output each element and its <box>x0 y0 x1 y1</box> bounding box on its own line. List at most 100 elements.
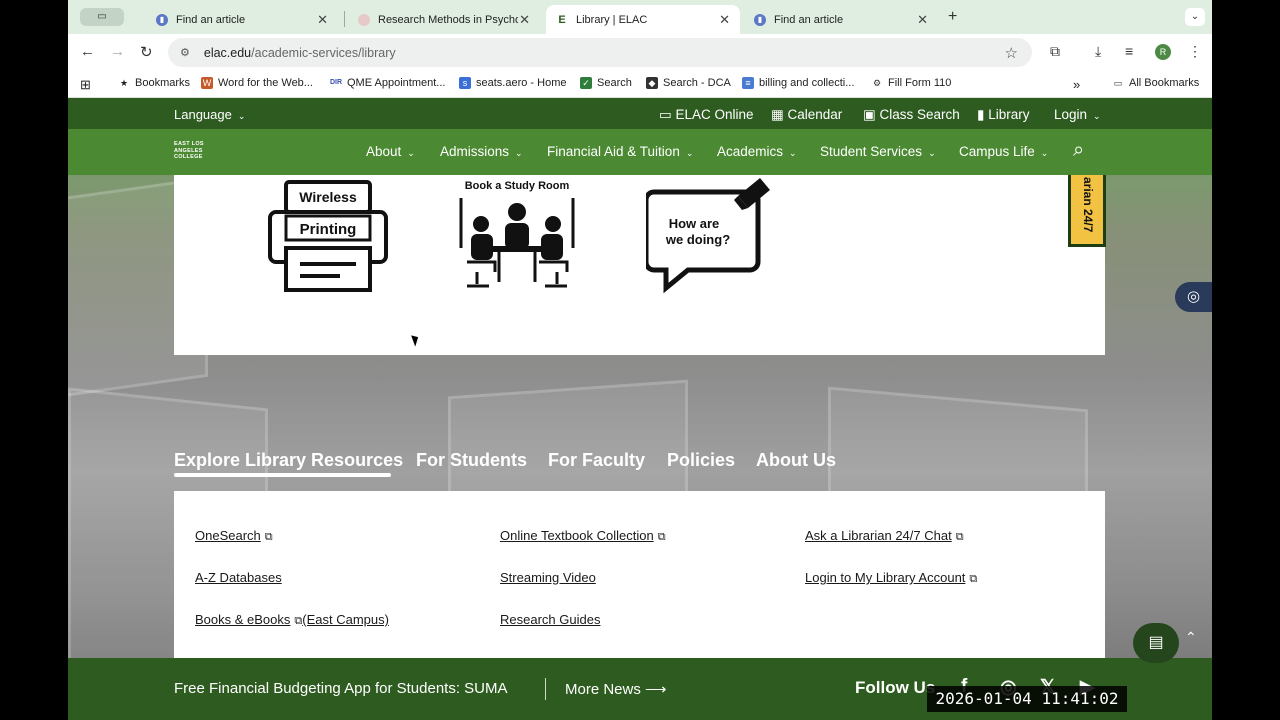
bookmark-search[interactable]: ✓ Search <box>580 77 632 89</box>
chevron-down-icon: ⌄ <box>515 148 523 158</box>
util-library[interactable]: ▮ Library <box>977 107 1029 123</box>
link-library-account-login[interactable]: Login to My Library Account ⧉ <box>805 570 977 586</box>
ask-librarian-side-tab[interactable]: arian 24/7 <box>1068 175 1106 247</box>
tab-research-methods[interactable]: Research Methods in Psychology ✕ <box>348 5 540 34</box>
bookmark-fill-form[interactable]: ⚙ Fill Form 110 <box>871 77 951 89</box>
bookmark-word[interactable]: W Word for the Web... <box>201 77 313 89</box>
tab-search-chevron-icon[interactable]: ⌄ <box>1185 8 1205 26</box>
link-online-textbook-collection[interactable]: Online Textbook Collection ⧉ <box>500 528 666 544</box>
book-icon <box>358 13 370 26</box>
chevron-down-icon: ⌄ <box>928 148 936 158</box>
all-bookmarks[interactable]: ▭ All Bookmarks <box>1112 77 1200 89</box>
tab-library-elac[interactable]: E Library | ELAC ✕ <box>546 5 740 34</box>
kebab-menu-icon[interactable]: ⋮ <box>1188 43 1202 60</box>
util-class-search[interactable]: ▣ Class Search <box>863 107 960 123</box>
document-icon: ▮ <box>754 13 766 26</box>
tab-policies[interactable]: Policies <box>667 450 735 471</box>
util-elac-online[interactable]: ▭ ELAC Online <box>659 107 754 123</box>
bookmark-seats-aero[interactable]: s seats.aero - Home <box>459 77 566 89</box>
browser-toolbar: ← → ↻ ⚙ elac.edu/academic-services/libra… <box>68 34 1212 70</box>
folder-icon: ▭ <box>1113 78 1123 88</box>
language-selector[interactable]: Language ⌄ <box>174 107 245 122</box>
feedback-tile[interactable]: How are we doing? <box>643 178 770 299</box>
nav-admissions[interactable]: Admissions ⌄ <box>440 144 523 159</box>
bookmark-qme[interactable]: DIR QME Appointment... <box>330 77 445 89</box>
bookmark-bookmarks[interactable]: ★ Bookmarks <box>118 77 190 89</box>
close-icon[interactable]: ✕ <box>519 12 530 28</box>
nav-financial-aid[interactable]: Financial Aid & Tuition ⌄ <box>547 144 693 159</box>
svg-text:Book a Study Room: Book a Study Room <box>465 180 570 192</box>
close-icon[interactable]: ✕ <box>317 12 328 28</box>
apps-grid-icon[interactable]: ⊞ <box>80 77 91 93</box>
link-streaming-video[interactable]: Streaming Video <box>500 570 596 585</box>
book-icon: ▮ <box>977 107 989 122</box>
tab-explore-library-resources[interactable]: Explore Library Resources <box>174 450 403 471</box>
follow-us-label: Follow Us <box>855 678 936 697</box>
bookmark-star-icon[interactable]: ☆ <box>1005 44 1018 62</box>
new-tab-button[interactable]: + <box>948 8 957 26</box>
seats-icon: s <box>459 77 471 89</box>
monitor-icon: ▭ <box>659 107 676 122</box>
book-study-room-tile[interactable]: Book a Study Room <box>457 178 577 299</box>
tab-for-faculty[interactable]: For Faculty <box>548 450 645 471</box>
chat-bubble-icon[interactable]: ▤ <box>1133 623 1179 663</box>
nav-campus-life[interactable]: Campus Life ⌄ <box>959 144 1048 159</box>
tab-strip: ▭ ▮ Find an article ✕ Research Methods i… <box>68 0 1212 34</box>
link-books-ebooks[interactable]: Books & eBooks ⧉(East Campus) <box>195 612 389 628</box>
svg-text:How are: How are <box>669 216 720 231</box>
wireless-printing-tile[interactable]: Wireless Printing <box>266 178 390 299</box>
chevron-down-icon: ⌄ <box>407 148 415 158</box>
arrow-right-icon: ⟶ <box>645 681 667 698</box>
tab-for-students[interactable]: For Students <box>416 450 527 471</box>
speech-bubble-icon: How are we doing? <box>643 178 770 294</box>
util-login[interactable]: Login ⌄ <box>1054 107 1101 122</box>
link-research-guides[interactable]: Research Guides <box>500 612 600 627</box>
chevron-up-icon[interactable]: ⌃ <box>1185 629 1197 646</box>
close-icon[interactable]: ✕ <box>917 12 928 28</box>
check-icon: ✓ <box>580 77 592 89</box>
gear-icon: ⚙ <box>872 78 882 88</box>
elac-logo[interactable]: EAST LOS ANGELES COLLEGE <box>174 141 210 161</box>
extensions-icon[interactable]: ⧉ <box>1050 43 1060 60</box>
page-viewport: Language ⌄ ▭ ELAC Online ▦ Calendar ▣ Cla… <box>68 98 1212 720</box>
forward-arrow-icon[interactable]: → <box>110 43 125 60</box>
tab-group-icon[interactable]: ▭ <box>80 8 124 26</box>
reload-icon[interactable]: ↻ <box>140 43 153 61</box>
document-icon: ▮ <box>156 13 168 26</box>
printer-icon: Wireless Printing <box>268 180 388 292</box>
utility-bar: Language ⌄ ▭ ELAC Online ▦ Calendar ▣ Cla… <box>68 98 1212 129</box>
chevron-down-icon: ⌄ <box>789 148 797 158</box>
download-icon[interactable]: ⤓ <box>1095 43 1101 60</box>
nav-about[interactable]: About ⌄ <box>366 144 415 159</box>
address-bar[interactable]: ⚙ elac.edu/academic-services/library ☆ <box>168 38 1032 67</box>
link-ask-librarian-chat[interactable]: Ask a Librarian 24/7 Chat ⧉ <box>805 528 964 544</box>
link-az-databases[interactable]: A-Z Databases <box>195 570 282 585</box>
profile-avatar[interactable]: R <box>1155 44 1171 60</box>
tab-separator <box>344 11 345 27</box>
search-icon[interactable]: ⌕ <box>1073 139 1084 162</box>
nav-student-services[interactable]: Student Services ⌄ <box>820 144 936 159</box>
elac-favicon: E <box>558 13 566 26</box>
media-icon[interactable]: ≡ <box>1125 43 1133 59</box>
tab-about-us[interactable]: About Us <box>756 450 836 471</box>
link-onesearch[interactable]: OneSearch ⧉ <box>195 528 273 544</box>
dir-icon: DIR <box>330 79 343 86</box>
tab-find-article-1[interactable]: ▮ Find an article ✕ <box>146 5 338 34</box>
more-news-link[interactable]: More News ⟶ <box>565 680 667 698</box>
accessibility-widget-icon[interactable]: ◎ <box>1175 282 1212 312</box>
bookmarks-bar: ⊞ ★ Bookmarks W Word for the Web... DIR QME… <box>68 70 1212 98</box>
bookmark-billing[interactable]: ≡ billing and collecti... <box>742 77 854 89</box>
word-icon: W <box>201 77 213 89</box>
url-domain: elac.edu <box>203 45 252 60</box>
site-info-icon[interactable]: ⚙ <box>180 46 190 59</box>
tab-find-article-2[interactable]: ▮ Find an article ✕ <box>744 5 938 34</box>
news-headline-link[interactable]: Free Financial Budgeting App for Student… <box>174 680 508 697</box>
back-arrow-icon[interactable]: ← <box>80 43 95 60</box>
util-calendar[interactable]: ▦ Calendar <box>771 107 842 123</box>
close-icon[interactable]: ✕ <box>719 12 730 28</box>
bookmark-search-dca[interactable]: ◆ Search - DCA <box>646 77 731 89</box>
svg-text:Wireless: Wireless <box>299 189 357 205</box>
svg-text:Printing: Printing <box>300 221 357 238</box>
nav-academics[interactable]: Academics ⌄ <box>717 144 797 159</box>
bookmarks-overflow-icon[interactable]: » <box>1073 77 1080 92</box>
